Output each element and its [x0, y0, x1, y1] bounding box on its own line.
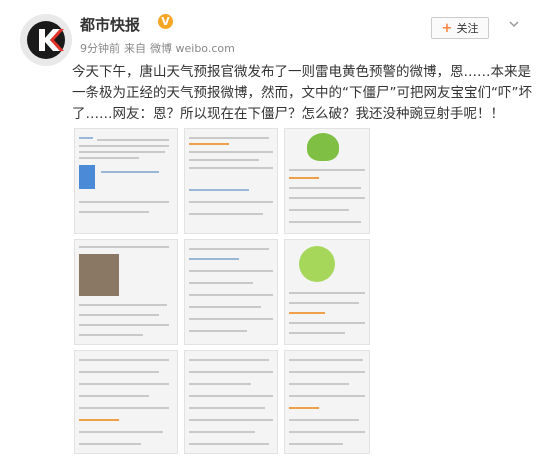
- image-grid: [74, 128, 452, 456]
- follow-label: 关注: [456, 22, 479, 35]
- post-text: 今天下午，唐山天气预报官微发布了一则雷电黄色预警的微博，恩……本来是一条极为正经…: [72, 64, 532, 122]
- screenshot-thumbnail[interactable]: [284, 128, 370, 234]
- screenshot-thumbnail[interactable]: [184, 128, 278, 234]
- plus-icon: +: [441, 20, 453, 36]
- screenshot-thumbnail[interactable]: [74, 350, 178, 454]
- post-source[interactable]: 微博 weibo.com: [150, 42, 235, 55]
- post-time[interactable]: 9分钟前: [80, 42, 120, 55]
- avatar[interactable]: [20, 14, 72, 66]
- follow-button[interactable]: + 关注: [431, 17, 489, 39]
- chevron-down-icon[interactable]: [507, 17, 521, 31]
- source-prefix: 来自: [124, 42, 146, 55]
- verified-badge: V: [158, 14, 173, 29]
- account-name[interactable]: 都市快报: [80, 14, 140, 35]
- screenshot-thumbnail[interactable]: [184, 350, 278, 454]
- screenshot-thumbnail[interactable]: [74, 128, 178, 234]
- screenshot-thumbnail[interactable]: [74, 239, 178, 345]
- screenshot-thumbnail[interactable]: [184, 239, 278, 345]
- post-meta: 9分钟前 来自 微博 weibo.com: [80, 40, 239, 56]
- screenshot-thumbnail[interactable]: [284, 239, 370, 345]
- screenshot-thumbnail[interactable]: [284, 350, 370, 454]
- brand-logo: [20, 14, 72, 66]
